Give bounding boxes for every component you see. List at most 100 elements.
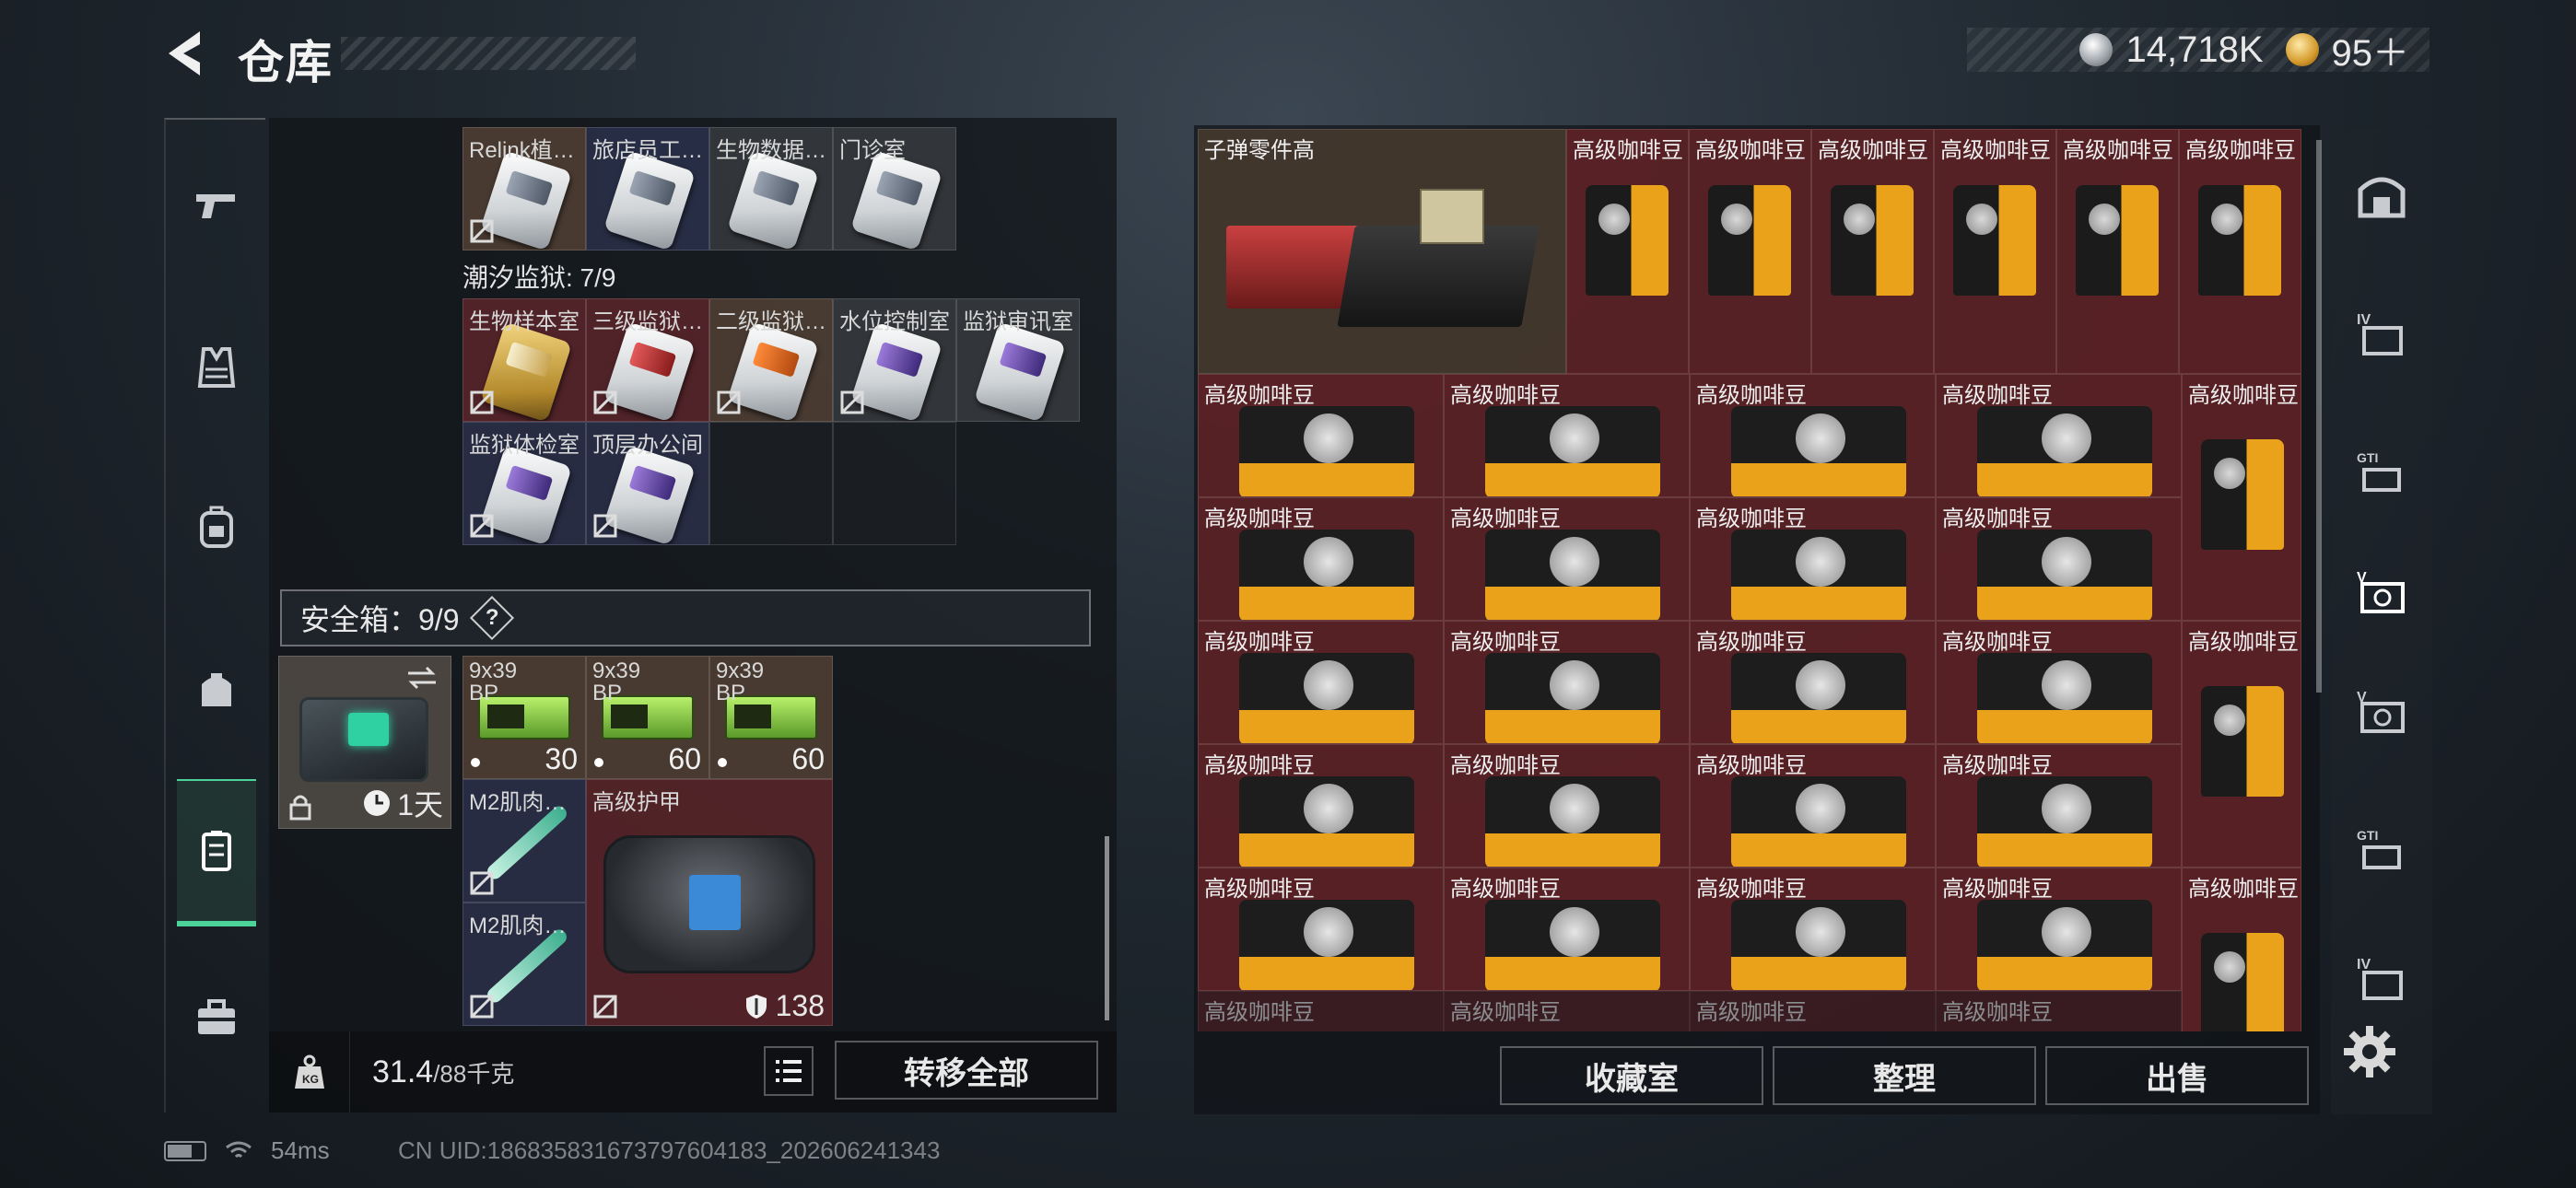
item-cell[interactable]: 高级咖啡豆	[1198, 497, 1444, 621]
keycard-slot[interactable]: 监狱体检室	[463, 422, 586, 545]
item-label: 三级监狱…	[592, 309, 703, 334]
coffee-bag-icon	[1953, 185, 2036, 296]
item-label: 高级咖啡豆	[2188, 383, 2299, 408]
ammo-slot[interactable]: 9x39 BP 60	[586, 656, 709, 779]
rrail-home[interactable]	[2342, 157, 2421, 236]
item-cell[interactable]: 高级咖啡豆	[1934, 129, 2056, 374]
item-cell[interactable]: 高级咖啡豆	[1690, 374, 1936, 497]
no-swap-icon	[470, 390, 494, 414]
item-cell[interactable]: 高级咖啡豆	[1690, 744, 1936, 868]
item-cell[interactable]: 高级咖啡豆	[1936, 497, 2182, 621]
left-scrollbar[interactable]	[1105, 836, 1109, 1020]
status-bar: 54ms	[164, 1136, 330, 1165]
item-cell[interactable]: 高级咖啡豆	[1566, 129, 1689, 374]
coffee-bag-icon	[1977, 776, 2152, 867]
ammo-slot[interactable]: 9x39 BP 60	[709, 656, 833, 779]
rrail-iv-2[interactable]: IV	[2342, 939, 2421, 1019]
keycard-slot[interactable]: 生物样本室	[463, 298, 586, 422]
item-cell[interactable]: 高级咖啡豆	[1936, 621, 2182, 744]
item-cell[interactable]: 高级咖啡豆	[1444, 374, 1690, 497]
right-scrollbar[interactable]	[2316, 140, 2322, 693]
left-footer: KG 31.4/88千克 转移全部	[269, 1031, 1117, 1112]
item-cell[interactable]: 高级咖啡豆	[1444, 497, 1690, 621]
rrail-v-2[interactable]: V	[2342, 672, 2421, 751]
item-cell[interactable]: 高级咖啡豆	[2182, 868, 2301, 1031]
item-cell[interactable]: 子弹零件高	[1198, 129, 1566, 374]
empty-slot[interactable]	[709, 422, 833, 545]
sort-button[interactable]: 整理	[1773, 1046, 2036, 1105]
no-swap-icon	[470, 871, 494, 895]
rail-weapon[interactable]	[177, 166, 256, 245]
keycard-slot[interactable]: 旅店员工…	[586, 127, 709, 250]
keycard-slot[interactable]: 水位控制室	[833, 298, 956, 422]
item-cell[interactable]: 高级咖啡豆	[1444, 868, 1690, 991]
item-cell[interactable]: 高级咖啡豆	[1444, 991, 1690, 1031]
armor-slot[interactable]: 高级护甲 138	[586, 779, 833, 1026]
item-cell[interactable]: 高级咖啡豆	[1198, 744, 1444, 868]
med-slot[interactable]: M2肌肉…	[463, 779, 586, 903]
item-cell[interactable]: 高级咖啡豆	[1690, 497, 1936, 621]
keycard-slot[interactable]: 监狱审讯室	[956, 298, 1080, 422]
briefcase-icon	[198, 999, 235, 1034]
coffee-bag-icon	[2201, 933, 2284, 1031]
left-category-rail	[164, 118, 265, 1112]
coffee-bag-icon	[1239, 530, 1414, 620]
item-cell[interactable]: 高级咖啡豆	[1690, 621, 1936, 744]
keycard-slot[interactable]: 顶层办公间	[586, 422, 709, 545]
item-cell[interactable]: 高级咖啡豆	[1198, 991, 1444, 1031]
coffee-bag-icon	[1731, 530, 1906, 620]
help-icon[interactable]: ?	[469, 595, 514, 641]
empty-slot[interactable]	[833, 422, 956, 545]
item-cell[interactable]: 高级咖啡豆	[2182, 374, 2301, 621]
rail-backpack[interactable]	[177, 488, 256, 567]
gold-amount[interactable]: 95＋	[2332, 23, 2410, 76]
collection-room-button[interactable]: 收藏室	[1500, 1046, 1763, 1105]
item-cell[interactable]: 高级咖啡豆	[1811, 129, 1934, 374]
item-cell[interactable]: 高级咖啡豆	[1936, 744, 2182, 868]
rail-briefcase[interactable]	[177, 978, 256, 1057]
weight-capacity: /88千克	[433, 1059, 515, 1088]
rail-chest-rig[interactable]	[177, 650, 256, 729]
transfer-all-button[interactable]: 转移全部	[835, 1041, 1098, 1100]
item-cell[interactable]: 高级咖啡豆	[2179, 129, 2301, 374]
item-cell[interactable]: 高级咖啡豆	[1690, 991, 1936, 1031]
coffee-bag-icon	[1239, 900, 1414, 990]
keycard-slot[interactable]: 门诊室	[833, 127, 956, 250]
wifi-icon	[226, 1141, 252, 1158]
rrail-gti-2[interactable]: GTI	[2342, 810, 2421, 890]
list-view-button[interactable]	[764, 1046, 814, 1096]
item-cell[interactable]: 高级咖啡豆	[1936, 991, 2182, 1031]
item-cell[interactable]: 高级咖啡豆	[2182, 621, 2301, 868]
item-cell[interactable]: 高级咖啡豆	[1690, 868, 1936, 991]
item-cell[interactable]: 高级咖啡豆	[2056, 129, 2179, 374]
item-label: 高级咖啡豆	[1942, 383, 2053, 408]
sell-button[interactable]: 出售	[2045, 1046, 2309, 1105]
item-cell[interactable]: 高级咖啡豆	[1198, 374, 1444, 497]
ammo-slot[interactable]: 9x39 BP 30	[463, 656, 586, 779]
item-cell[interactable]: 高级咖啡豆	[1936, 374, 2182, 497]
keycard-slot[interactable]: 生物数据…	[709, 127, 833, 250]
item-cell[interactable]: 高级咖啡豆	[1689, 129, 1811, 374]
rrail-v-1[interactable]: V	[2342, 553, 2421, 632]
keycard-slot[interactable]: 三级监狱…	[586, 298, 709, 422]
prison-section-label: 潮汐监狱: 7/9	[463, 263, 616, 292]
safe-box-case[interactable]: 1天	[278, 656, 451, 829]
med-slot[interactable]: M2肌肉…	[463, 903, 586, 1026]
keycard-slot[interactable]: 二级监狱…	[709, 298, 833, 422]
rrail-gti-1[interactable]: GTI	[2342, 433, 2421, 512]
ammo-count: 60	[791, 742, 825, 775]
rail-armor[interactable]	[177, 328, 256, 407]
item-cell[interactable]: 高级咖啡豆	[1444, 744, 1690, 868]
item-cell[interactable]: 高级咖啡豆	[1198, 868, 1444, 991]
swap-icon[interactable]	[404, 664, 439, 692]
item-cell[interactable]: 高级咖啡豆	[1936, 868, 2182, 991]
no-swap-icon	[717, 390, 741, 414]
item-cell[interactable]: 高级咖啡豆	[1444, 621, 1690, 744]
item-label: 生物数据…	[716, 138, 826, 163]
item-cell[interactable]: 高级咖啡豆	[1198, 621, 1444, 744]
keycard-slot[interactable]: Relink植…	[463, 127, 586, 250]
rail-storage[interactable]	[177, 779, 256, 926]
settings-gear-icon[interactable]	[2340, 1022, 2399, 1081]
back-arrow-icon[interactable]	[161, 26, 207, 81]
rrail-iv-1[interactable]: IV	[2342, 295, 2421, 374]
